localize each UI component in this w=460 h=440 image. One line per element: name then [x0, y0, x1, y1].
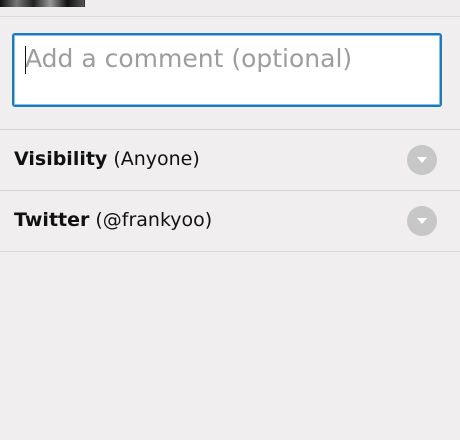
- visibility-label: Visibility: [14, 148, 108, 170]
- comment-placeholder: Add a comment (optional): [25, 44, 353, 73]
- twitter-text: Twitter (@frankyoo): [14, 209, 212, 231]
- text-cursor: [25, 46, 26, 74]
- comment-section: Add a comment (optional): [0, 17, 460, 130]
- twitter-row[interactable]: Twitter (@frankyoo): [0, 191, 460, 252]
- chevron-down-icon[interactable]: [407, 206, 437, 236]
- comment-input[interactable]: Add a comment (optional): [12, 33, 442, 107]
- media-thumbnail: [0, 0, 85, 7]
- visibility-row[interactable]: Visibility (Anyone): [0, 130, 460, 191]
- chevron-down-icon[interactable]: [407, 145, 437, 175]
- twitter-value: (@frankyoo): [95, 209, 213, 231]
- visibility-text: Visibility (Anyone): [14, 148, 200, 170]
- twitter-label: Twitter: [14, 209, 90, 231]
- media-thumbnail-strip: [0, 0, 460, 17]
- visibility-value: (Anyone): [113, 148, 200, 170]
